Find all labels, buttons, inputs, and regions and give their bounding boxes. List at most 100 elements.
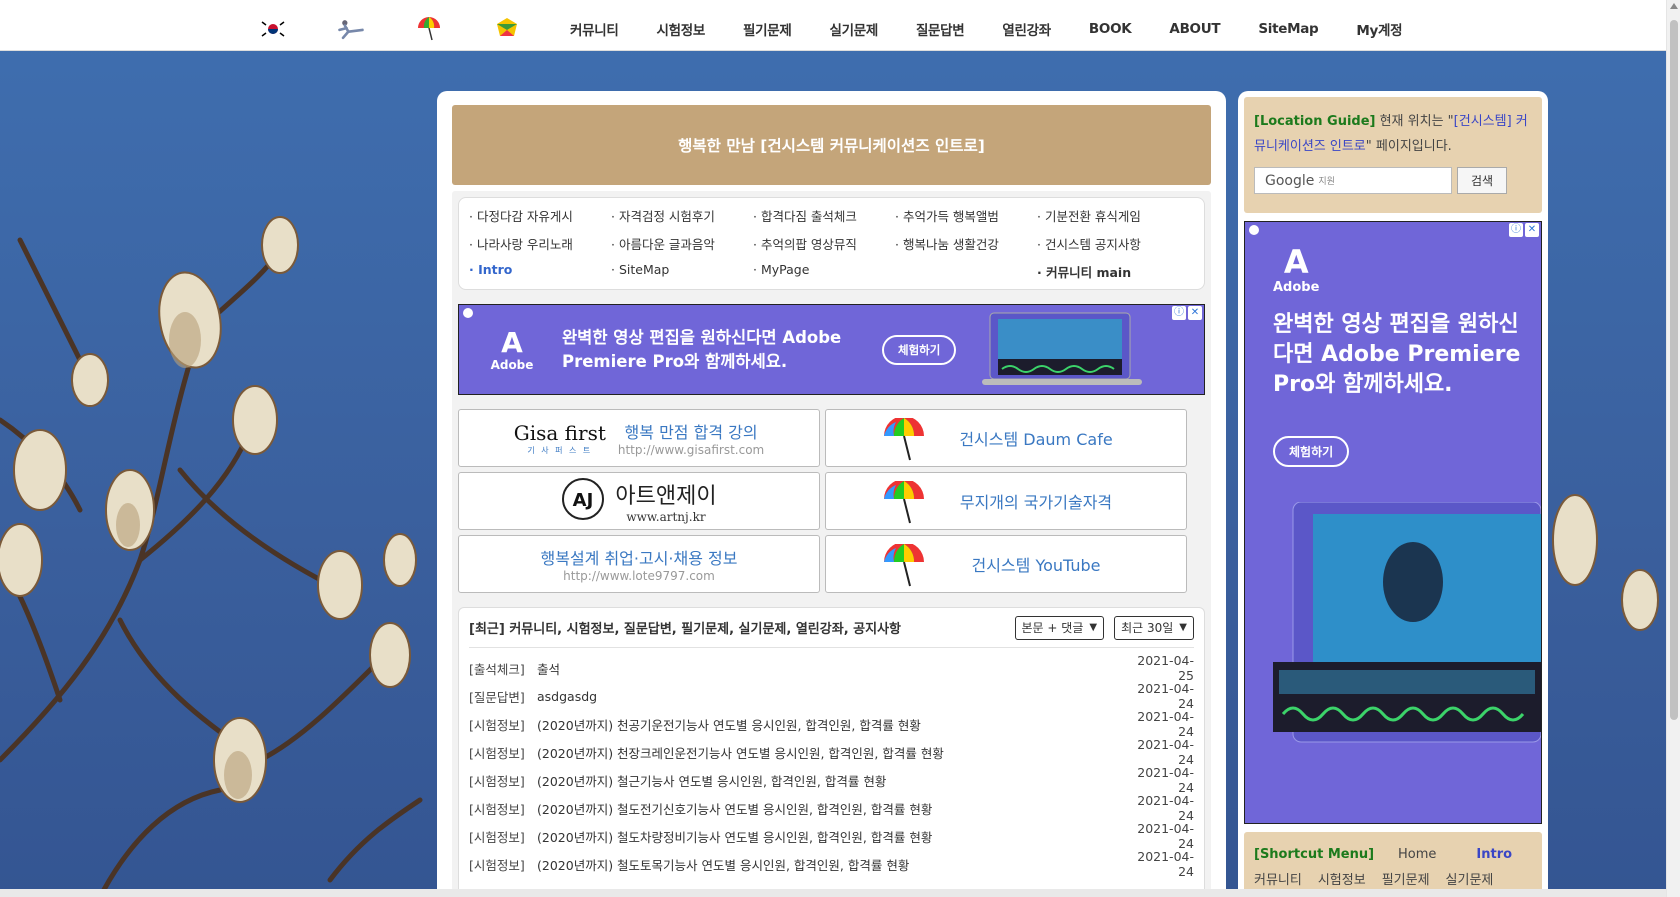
- list-item[interactable]: [출석체크] 출석 2021-04-25: [469, 653, 1194, 683]
- tile-rainbow-cert[interactable]: 무지개의 국가기술자격: [825, 472, 1187, 530]
- tile-lote9797[interactable]: 행복설계 취업·고시·채용 정보 http://www.lote9797.com: [458, 535, 820, 593]
- location-guide-box: [Location Guide] 현재 위치는 "[건시스템] 커뮤니케이션즈 …: [1244, 97, 1542, 213]
- link-tiles: Gisa first 기 사 퍼 스 트 행복 만점 합격 강의 http://…: [458, 409, 1205, 593]
- adchoices-icon[interactable]: [463, 308, 473, 318]
- list-item[interactable]: [시험정보] (2020년까지) 천장크레인운전기능사 연도별 응시인원, 합격인…: [469, 737, 1194, 767]
- link-exam-review[interactable]: · 자격검정 시험후기: [611, 206, 753, 225]
- link-notices[interactable]: · 건시스템 공지사항: [1037, 234, 1179, 253]
- shortcut-practical[interactable]: 실기문제: [1446, 869, 1494, 888]
- location-guide-text: [Location Guide] 현재 위치는 "[건시스템] 커뮤니케이션즈 …: [1254, 114, 1528, 154]
- ad-text: 완벽한 영상 편집을 원하신다면 Adobe Premiere Pro와 함께하…: [562, 327, 842, 371]
- link-intro[interactable]: · Intro: [469, 262, 611, 281]
- nav-community[interactable]: 커뮤니티: [570, 19, 619, 39]
- flower-icon[interactable]: [492, 16, 522, 42]
- korea-flag-icon[interactable]: [258, 16, 288, 42]
- link-health[interactable]: · 행복나눔 생활건강: [895, 234, 1037, 253]
- link-video-music[interactable]: · 추억의팝 영상뮤직: [753, 234, 895, 253]
- tile-daum-cafe[interactable]: 건시스템 Daum Cafe: [825, 409, 1187, 467]
- chevron-down-icon: ▼: [1089, 622, 1098, 633]
- daum-cafe-label: 건시스템 Daum Cafe: [959, 430, 1113, 449]
- umbrella-icon: [882, 542, 926, 592]
- shortcut-home[interactable]: Home: [1398, 847, 1436, 862]
- horizontal-scrollbar[interactable]: [0, 889, 1666, 897]
- gisafirst-logo: Gisa first 기 사 퍼 스 트: [513, 420, 606, 455]
- ad-close-icon[interactable]: ✕: [1525, 223, 1539, 237]
- artnj-url: www.artnj.kr: [626, 510, 706, 524]
- gisafirst-title: 행복 만점 합격 강의: [624, 423, 758, 442]
- link-empty: [895, 262, 1037, 281]
- page-title: 행복한 만남 [건시스템 커뮤니케이션즈 인트로]: [452, 105, 1211, 185]
- list-item[interactable]: [시험정보] (2020년까지) 철도전기신호기능사 연도별 응시인원, 합격인원…: [469, 793, 1194, 823]
- ad-info-icon[interactable]: ⓘ: [1509, 223, 1523, 237]
- tile-youtube[interactable]: 건시스템 YouTube: [825, 535, 1187, 593]
- list-item[interactable]: [시험정보] (2020년까지) 철근기능사 연도별 응시인원, 합격인원, 합격…: [469, 765, 1194, 795]
- scrollbar-thumb[interactable]: [1670, 20, 1678, 720]
- period-filter-select[interactable]: 최근 30일 ▼: [1114, 615, 1194, 640]
- link-games[interactable]: · 기분전환 휴식게임: [1037, 206, 1179, 225]
- ad-cta-button[interactable]: 체험하기: [1273, 436, 1350, 467]
- umbrella-icon: [882, 479, 926, 529]
- ad-controls: ⓘ ✕: [1509, 223, 1539, 237]
- recent-posts-header: [최근] 커뮤니티, 시험정보, 질문답변, 필기문제, 실기문제, 열린강좌,…: [469, 608, 1194, 648]
- recent-posts-title: [최근] 커뮤니티, 시험정보, 질문답변, 필기문제, 실기문제, 열린강좌,…: [469, 622, 901, 637]
- adobe-ad-banner[interactable]: A Adobe 완벽한 영상 편집을 원하신다면 Adobe Premiere …: [458, 304, 1205, 395]
- nav-written-questions[interactable]: 필기문제: [743, 19, 792, 39]
- top-navigation: 커뮤니티 시험정보 필기문제 실기문제 질문답변 열린강좌 BOOK ABOUT…: [0, 7, 1666, 51]
- list-item[interactable]: [시험정보] (2020년까지) 철도차량정비기능사 연도별 응시인원, 합격인원…: [469, 821, 1194, 851]
- umbrella-icon: [882, 416, 926, 466]
- nav-open-lectures[interactable]: 열린강좌: [1002, 19, 1051, 39]
- list-item[interactable]: [질문답변] asdgasdg 2021-04-24: [469, 681, 1194, 711]
- adobe-side-ad[interactable]: ⓘ ✕ A Adobe 완벽한 영상 편집을 원하신다면 Adobe Premi…: [1244, 221, 1542, 824]
- link-free-board[interactable]: · 다정다감 자유게시: [469, 206, 611, 225]
- nav-qna[interactable]: 질문답변: [916, 19, 965, 39]
- top-strip: [0, 0, 1666, 7]
- nav-exam-info[interactable]: 시험정보: [656, 19, 705, 39]
- chevron-down-icon: ▼: [1179, 622, 1187, 633]
- quick-links-box: · 다정다감 자유게시 · 자격검정 시험후기 · 합격다짐 출석체크 · 추억…: [458, 197, 1205, 290]
- link-sitemap[interactable]: · SiteMap: [611, 262, 753, 281]
- shortcut-written[interactable]: 필기문제: [1382, 869, 1430, 888]
- list-item[interactable]: [시험정보] (2020년까지) 철도토목기능사 연도별 응시인원, 합격인원, …: [469, 849, 1194, 879]
- link-music[interactable]: · 아름다운 글과음악: [611, 234, 753, 253]
- link-community-main[interactable]: · 커뮤니티 main: [1037, 262, 1179, 281]
- umbrella-icon[interactable]: [414, 16, 444, 42]
- search-input[interactable]: Google 지원: [1254, 167, 1452, 194]
- scroll-up-icon[interactable]: [1670, 3, 1678, 9]
- artnj-name: 아트앤제이: [615, 484, 717, 509]
- shortcut-label: [Shortcut Menu]: [1254, 846, 1375, 862]
- list-item[interactable]: [시험정보] (2020년까지) 천공기운전기능사 연도별 응시인원, 합격인원,…: [469, 709, 1194, 739]
- artnj-logo-icon: AJ: [561, 477, 605, 525]
- shortcut-intro[interactable]: Intro: [1476, 847, 1512, 862]
- rainbow-cert-label: 무지개의 국가기술자격: [959, 493, 1113, 512]
- ad-laptop-image: [980, 311, 1150, 389]
- adobe-logo: A Adobe: [1273, 243, 1320, 295]
- recent-posts-panel: [최근] 커뮤니티, 시험정보, 질문답변, 필기문제, 실기문제, 열린강좌,…: [458, 607, 1205, 897]
- tile-artnj[interactable]: AJ 아트앤제이 www.artnj.kr: [458, 472, 820, 530]
- lote-title: 행복설계 취업·고시·채용 정보: [540, 549, 738, 568]
- link-album[interactable]: · 추억가득 행복앨범: [895, 206, 1037, 225]
- adchoices-icon[interactable]: [1249, 225, 1259, 235]
- ad-text: 완벽한 영상 편집을 원하신다면 Adobe Premiere Pro와 함께하…: [1273, 312, 1521, 397]
- nav-my-account[interactable]: My계정: [1356, 19, 1402, 39]
- nav-book[interactable]: BOOK: [1089, 21, 1132, 37]
- shortcut-exam-info[interactable]: 시험정보: [1318, 869, 1366, 888]
- taekwondo-icon[interactable]: [336, 16, 366, 42]
- ad-close-icon[interactable]: ✕: [1188, 306, 1202, 320]
- content-filter-select[interactable]: 본문 + 댓글 ▼: [1014, 615, 1105, 640]
- shortcut-community[interactable]: 커뮤니티: [1254, 869, 1302, 888]
- link-mypage[interactable]: · MyPage: [753, 262, 895, 281]
- nav-sitemap[interactable]: SiteMap: [1258, 21, 1318, 37]
- adobe-logo: A Adobe: [490, 325, 534, 372]
- ad-cta-button[interactable]: 체험하기: [882, 334, 957, 365]
- google-search: Google 지원 검색: [1254, 167, 1532, 194]
- tile-gisafirst[interactable]: Gisa first 기 사 퍼 스 트 행복 만점 합격 강의 http://…: [458, 409, 820, 467]
- lote-url: http://www.lote9797.com: [563, 569, 715, 583]
- recent-posts-list: [출석체크] 출석 2021-04-25 [질문답변] asdgasdg 2021-04…: [469, 653, 1194, 879]
- link-songs[interactable]: · 나라사랑 우리노래: [469, 234, 611, 253]
- search-button[interactable]: 검색: [1457, 167, 1507, 194]
- nav-about[interactable]: ABOUT: [1169, 21, 1220, 37]
- ad-info-icon[interactable]: ⓘ: [1172, 306, 1186, 320]
- vertical-scrollbar[interactable]: [1666, 0, 1680, 897]
- nav-practical-questions[interactable]: 실기문제: [829, 19, 878, 39]
- link-attendance[interactable]: · 합격다짐 출석체크: [753, 206, 895, 225]
